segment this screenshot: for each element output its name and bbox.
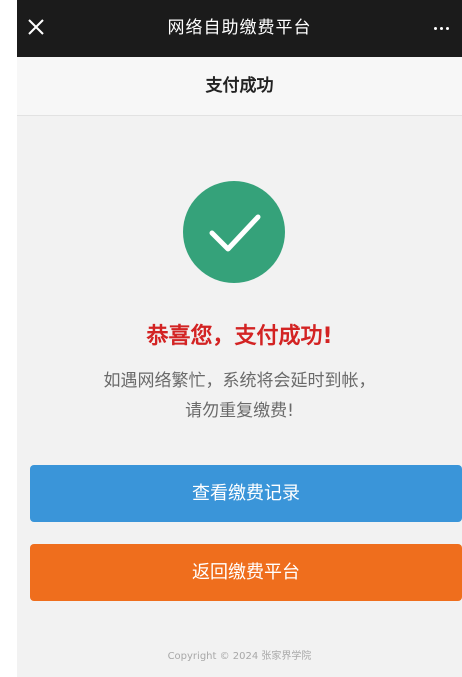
top-bar: 网络自助缴费平台 xyxy=(17,0,462,57)
view-records-button[interactable]: 查看缴费记录 xyxy=(30,465,462,522)
more-button[interactable] xyxy=(424,14,458,42)
more-icon-dot xyxy=(445,26,449,30)
return-platform-button[interactable]: 返回缴费平台 xyxy=(30,544,462,601)
notice-line-2: 请勿重复缴费! xyxy=(185,401,294,421)
page-title: 支付成功 xyxy=(17,57,462,116)
success-message: 恭喜您，支付成功! xyxy=(146,324,333,349)
more-icon-dot xyxy=(439,26,443,30)
checkmark-icon xyxy=(183,181,285,283)
app-title: 网络自助缴费平台 xyxy=(167,18,312,38)
payment-result-screen: 网络自助缴费平台 支付成功 恭喜您，支付成功! 如遇网络繁忙，系统将会延时到帐，… xyxy=(17,0,462,677)
notice-text: 如遇网络繁忙，系统将会延时到帐， 请勿重复缴费! xyxy=(37,366,442,426)
notice-line-1: 如遇网络繁忙，系统将会延时到帐， xyxy=(103,371,376,391)
copyright-text: Copyright © 2024 张家界学院 xyxy=(167,651,312,662)
more-icon xyxy=(433,26,437,30)
